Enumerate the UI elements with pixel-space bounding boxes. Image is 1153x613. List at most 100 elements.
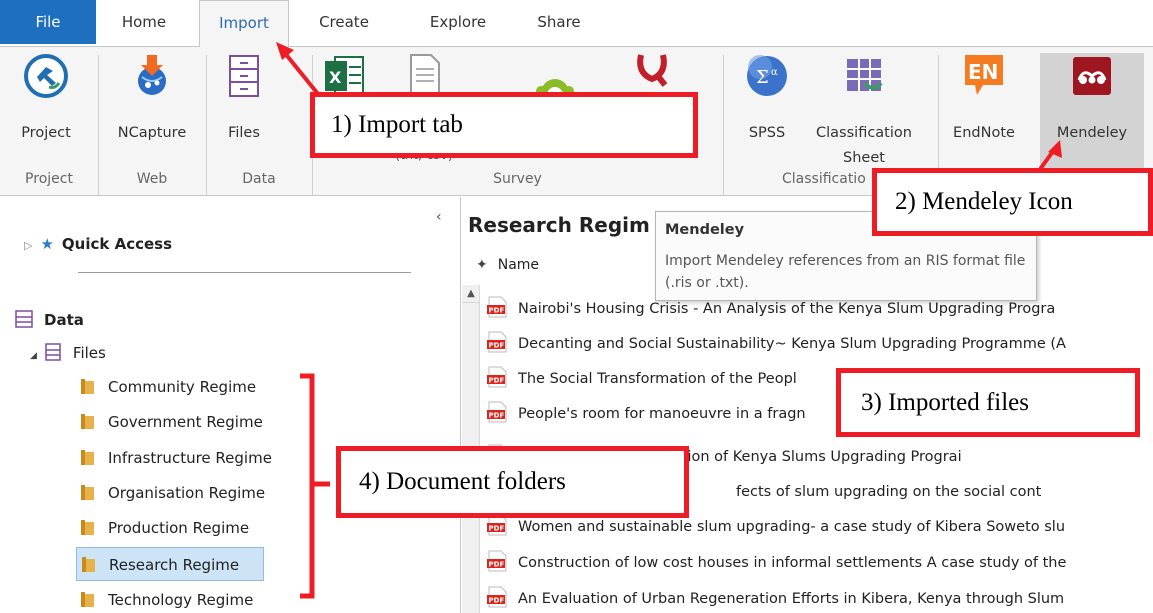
pdf-icon: PDF bbox=[487, 366, 507, 388]
group-separator bbox=[723, 55, 724, 195]
endnote-icon: EN bbox=[965, 55, 1003, 95]
tooltip-description: Import Mendeley references from an RIS f… bbox=[665, 253, 1026, 291]
list-title: Research Regim bbox=[468, 213, 650, 237]
name-column-header[interactable]: ✦ Name bbox=[476, 257, 539, 273]
folder-technology-regime[interactable]: Technology Regime bbox=[78, 583, 253, 613]
scroll-up-arrow-icon[interactable]: ▲ bbox=[462, 285, 480, 303]
tooltip-title: Mendeley bbox=[665, 222, 745, 238]
pdf-icon: PDF bbox=[487, 586, 507, 608]
group-label-classification: Classificatio bbox=[782, 171, 866, 187]
svg-text:PDF: PDF bbox=[489, 561, 505, 569]
svg-text:PDF: PDF bbox=[489, 342, 505, 350]
classification-sheet-icon bbox=[847, 59, 883, 91]
ncapture-icon bbox=[138, 55, 166, 95]
callout-import-tab: 1) Import tab bbox=[310, 92, 698, 158]
folder-infrastructure-regime[interactable]: Infrastructure Regime bbox=[78, 441, 272, 475]
svg-text:EN: EN bbox=[968, 60, 998, 84]
folder-icon bbox=[82, 557, 95, 572]
expanded-triangle-icon[interactable]: ◢ bbox=[30, 351, 37, 361]
svg-text:PDF: PDF bbox=[489, 525, 505, 533]
file-name: fects of slum upgrading on the social co… bbox=[736, 484, 1042, 500]
callout-imported-files: 3) Imported files bbox=[836, 368, 1140, 437]
callout-document-folders: 4) Document folders bbox=[336, 446, 689, 518]
navigation-panel: ‹ ▷ ★ Quick Access Data ◢ Files Community … bbox=[0, 197, 461, 613]
expand-triangle-icon[interactable]: ▷ bbox=[24, 239, 32, 252]
spss-button[interactable]: Σ α SPSS bbox=[737, 53, 797, 179]
svg-text:PDF: PDF bbox=[489, 377, 505, 385]
folder-icon bbox=[81, 520, 94, 535]
folder-icon bbox=[81, 450, 94, 465]
mendeley-icon bbox=[1073, 57, 1111, 95]
files-cabinet-icon bbox=[229, 55, 259, 97]
project-button[interactable]: Project bbox=[6, 53, 86, 179]
group-label-project: Project bbox=[25, 171, 73, 187]
file-row[interactable]: PDF Decanting and Social Sustainability~ … bbox=[486, 328, 1153, 361]
callout-mendeley-icon: 2) Mendeley Icon bbox=[872, 168, 1153, 236]
classification-sheet-button[interactable]: Classification Sheet bbox=[802, 53, 926, 179]
svg-text:α: α bbox=[771, 67, 778, 78]
file-row[interactable]: PDF Construction of low cost houses in in… bbox=[486, 547, 1153, 580]
folder-label: Production Regime bbox=[108, 519, 250, 537]
pdf-icon: PDF bbox=[487, 401, 507, 423]
ribbon-tab-bar: File Home Import Create Explore Share bbox=[0, 0, 1153, 47]
classification-sheet-label-1: Classification bbox=[816, 125, 912, 141]
file-name: Decanting and Social Sustainability~ Ken… bbox=[518, 336, 1066, 352]
spss-icon: Σ α bbox=[747, 55, 787, 96]
folder-label: Government Regime bbox=[108, 413, 263, 431]
files-node[interactable]: ◢ Files bbox=[30, 336, 106, 370]
svg-text:PDF: PDF bbox=[489, 597, 505, 605]
svg-text:X: X bbox=[329, 68, 342, 87]
files-node-label: Files bbox=[72, 344, 106, 362]
file-name: ntation of Kenya Slums Upgrading Prograi bbox=[658, 449, 962, 465]
file-name: Construction of low cost houses in infor… bbox=[518, 555, 1067, 571]
pin-icon: ✦ bbox=[476, 257, 488, 273]
group-label-survey: Survey bbox=[493, 171, 542, 187]
folder-organisation-regime[interactable]: Organisation Regime bbox=[78, 476, 265, 510]
quick-access-node[interactable]: ▷ ★ Quick Access bbox=[24, 235, 172, 253]
folder-icon bbox=[81, 485, 94, 500]
file-name: People's room for manoeuvre in a fragn bbox=[518, 406, 806, 422]
file-row[interactable]: PDF An Evaluation of Urban Regeneration E… bbox=[486, 583, 1153, 613]
folder-government-regime[interactable]: Government Regime bbox=[78, 405, 263, 439]
arrow-to-import-tab bbox=[276, 42, 320, 96]
divider bbox=[78, 272, 411, 273]
project-label: Project bbox=[21, 125, 71, 141]
file-name: An Evaluation of Urban Regeneration Effo… bbox=[518, 591, 1065, 607]
name-column-label: Name bbox=[497, 257, 540, 273]
folder-icon bbox=[81, 379, 94, 394]
folder-label: Community Regime bbox=[108, 378, 257, 396]
tab-share[interactable]: Share bbox=[524, 0, 594, 46]
arrow-to-mendeley-icon bbox=[1036, 140, 1062, 174]
files-label: Files bbox=[228, 125, 260, 141]
svg-text:PDF: PDF bbox=[489, 412, 505, 420]
files-button[interactable]: Files bbox=[214, 53, 274, 179]
pdf-icon: PDF bbox=[487, 331, 507, 353]
pdf-icon: PDF bbox=[487, 296, 507, 318]
tab-home[interactable]: Home bbox=[104, 0, 184, 46]
folder-label: Research Regime bbox=[109, 556, 240, 574]
folder-label: Infrastructure Regime bbox=[108, 449, 272, 467]
ncapture-button[interactable]: NCapture bbox=[104, 53, 200, 179]
ncapture-label: NCapture bbox=[117, 125, 187, 141]
folder-label: Technology Regime bbox=[108, 591, 254, 609]
data-node[interactable]: Data bbox=[14, 303, 84, 337]
endnote-button[interactable]: EN EndNote bbox=[946, 53, 1022, 179]
tab-file[interactable]: File bbox=[0, 0, 96, 44]
svg-text:PDF: PDF bbox=[489, 307, 505, 315]
group-label-web: Web bbox=[136, 171, 168, 187]
folder-production-regime[interactable]: Production Regime bbox=[78, 511, 249, 545]
folder-community-regime[interactable]: Community Regime bbox=[78, 370, 256, 404]
pdf-icon: PDF bbox=[487, 550, 507, 572]
endnote-label: EndNote bbox=[953, 125, 1015, 141]
data-cabinet-icon bbox=[15, 310, 33, 328]
svg-text:Σ: Σ bbox=[756, 67, 769, 88]
file-name: The Social Transformation of the Peopl bbox=[518, 371, 797, 387]
folder-icon bbox=[81, 414, 94, 429]
folder-label: Organisation Regime bbox=[108, 484, 266, 502]
tab-explore[interactable]: Explore bbox=[413, 0, 503, 46]
folder-research-regime[interactable]: Research Regime bbox=[76, 547, 264, 581]
star-icon: ★ bbox=[40, 235, 54, 253]
folder-icon bbox=[81, 592, 94, 607]
collapse-panel-icon[interactable]: ‹ bbox=[436, 209, 442, 225]
folders-bracket bbox=[300, 373, 330, 599]
